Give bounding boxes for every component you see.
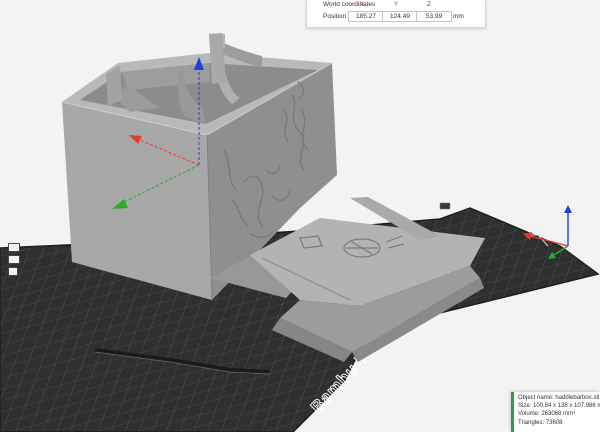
object-volume: Volume: 263068 mm³ <box>518 411 576 418</box>
position-z-input[interactable] <box>416 11 452 22</box>
plate-settings-icon[interactable] <box>8 267 18 276</box>
position-label: Position <box>323 13 347 20</box>
layout-icon[interactable] <box>8 255 20 264</box>
object-size: Size: 100.84 x 138 x 107.986 mm <box>518 403 600 410</box>
position-x-input[interactable] <box>348 11 384 22</box>
position-y-input[interactable] <box>382 11 418 22</box>
object-triangles: Triangles: 73608 <box>518 419 563 426</box>
3d-viewport[interactable]: Bambu Textured PEI Plate <box>0 0 600 432</box>
y-axis-label: Y <box>393 1 399 8</box>
z-axis-label: Z <box>427 1 431 8</box>
position-unit: mm <box>453 13 464 20</box>
object-name: Object name: haddlebarbox.stl <box>518 395 600 401</box>
x-axis-label: X <box>359 1 365 8</box>
object-info-panel: Object name: haddlebarbox.stl Size: 100.… <box>511 392 600 432</box>
view-toggle-icon[interactable] <box>8 243 20 252</box>
